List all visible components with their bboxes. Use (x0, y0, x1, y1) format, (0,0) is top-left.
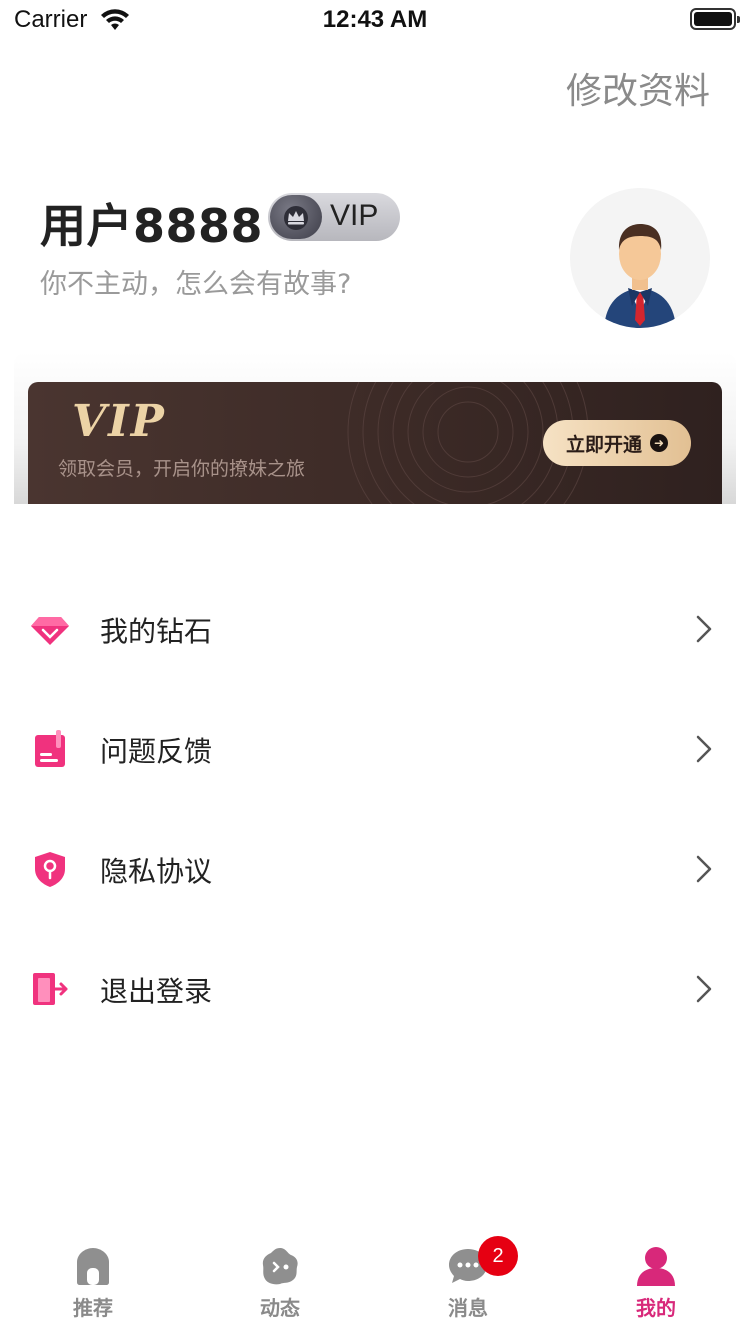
menu-item-label: 隐私协议 (100, 855, 213, 888)
home-icon (77, 1248, 109, 1285)
chevron-right-icon (696, 735, 712, 763)
tab-label: 推荐 (73, 1296, 113, 1320)
tab-messages[interactable]: 2 消息 (408, 1230, 528, 1330)
open-vip-button[interactable]: 立即开通 ➜ (543, 420, 691, 466)
username: 用户8888 (40, 199, 264, 253)
menu-item-privacy[interactable]: 隐私协议 (0, 824, 750, 914)
menu-item-diamonds[interactable]: 我的钻石 (0, 584, 750, 674)
moments-icon (262, 1248, 298, 1285)
unread-badge: 2 (478, 1236, 518, 1276)
feedback-book-icon (35, 730, 65, 767)
chevron-right-icon (696, 615, 712, 643)
menu-item-label: 问题反馈 (100, 735, 213, 768)
diamond-icon (31, 617, 69, 645)
tab-label: 我的 (636, 1296, 676, 1320)
tab-me[interactable]: 我的 (596, 1230, 716, 1330)
menu-item-label: 我的钻石 (100, 615, 213, 648)
avatar-person-icon (604, 224, 676, 328)
profile-icon (637, 1247, 675, 1286)
battery-icon (690, 8, 740, 30)
open-vip-label: 立即开通 (565, 433, 642, 456)
privacy-shield-icon (35, 852, 65, 887)
status-bar: Carrier 12:43 AM (0, 0, 750, 40)
menu-item-label: 退出登录 (100, 975, 213, 1008)
edit-profile-button[interactable]: 修改资料 (566, 62, 710, 114)
chevron-right-icon (696, 855, 712, 883)
arrow-right-icon: ➜ (650, 434, 668, 452)
vip-badge: VIP (268, 193, 400, 241)
vip-banner-title: VIP (72, 396, 166, 447)
tab-label: 动态 (260, 1296, 300, 1320)
logout-door-icon (33, 973, 68, 1005)
vip-banner-subtitle: 领取会员，开启你的撩妹之旅 (58, 458, 306, 480)
tab-moments[interactable]: 动态 (220, 1230, 340, 1330)
user-motto: 你不主动，怎么会有故事? (40, 269, 352, 300)
crown-icon (270, 195, 322, 239)
menu-item-feedback[interactable]: 问题反馈 (0, 704, 750, 794)
chevron-right-icon (696, 975, 712, 1003)
tab-recommend[interactable]: 推荐 (33, 1230, 153, 1330)
menu-item-logout[interactable]: 退出登录 (0, 944, 750, 1034)
tab-label: 消息 (448, 1296, 488, 1320)
tab-bar: 推荐 动态 2 消息 我的 (0, 1230, 750, 1334)
avatar[interactable] (570, 188, 710, 328)
clock: 12:43 AM (322, 6, 428, 33)
vip-banner[interactable]: VIP 领取会员，开启你的撩妹之旅 立即开通 ➜ (28, 382, 722, 504)
vip-badge-label: VIP (330, 199, 379, 232)
